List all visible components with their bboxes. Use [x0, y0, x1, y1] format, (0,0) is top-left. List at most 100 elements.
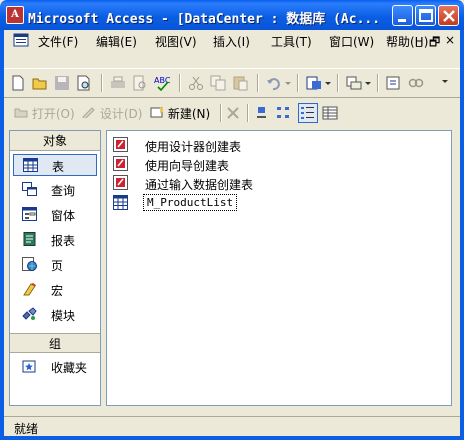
- maximize-button[interactable]: [415, 5, 436, 26]
- menu-file[interactable]: 文件(F): [38, 33, 78, 50]
- design-object-button[interactable]: 设计(D): [82, 105, 142, 122]
- menu-edit[interactable]: 编辑(E): [96, 33, 137, 50]
- object-type-label: 报表: [51, 234, 76, 248]
- new-object-icon: [150, 106, 163, 118]
- wizard-icon: [113, 137, 128, 152]
- toolbar-separator: [220, 104, 222, 122]
- paste-icon[interactable]: [232, 75, 248, 91]
- list-view-icon[interactable]: [298, 103, 318, 123]
- list-item-label: 使用设计器创建表: [145, 140, 242, 154]
- macro-icon: [23, 283, 36, 296]
- object-type-modules[interactable]: 模块: [13, 304, 97, 326]
- group-label: 收藏夹: [51, 361, 88, 375]
- details-view-icon[interactable]: [322, 105, 338, 121]
- object-type-pages[interactable]: 页: [13, 254, 97, 276]
- table-icon: [23, 158, 38, 172]
- menu-bar: 文件(F) 编辑(E) 视图(V) 插入(I) 工具(T) 窗口(W) 帮助(H…: [0, 30, 464, 52]
- open-icon[interactable]: [32, 75, 48, 91]
- open-object-icon: [14, 108, 28, 118]
- delete-icon[interactable]: [225, 105, 241, 121]
- object-type-label: 查询: [51, 184, 76, 198]
- copy-icon[interactable]: [210, 75, 226, 91]
- page-icon: [22, 257, 37, 271]
- access-icon[interactable]: A: [6, 6, 24, 24]
- object-type-tables[interactable]: 表: [13, 154, 97, 176]
- close-icon: [443, 10, 455, 22]
- new-icon[interactable]: [10, 75, 26, 91]
- maximize-icon: [419, 9, 433, 22]
- new-object-label: 新建(N): [167, 107, 211, 121]
- toolbar-separator: [247, 104, 249, 122]
- print-preview-icon[interactable]: [132, 75, 148, 91]
- mdi-restore-icon[interactable]: 🗗: [429, 33, 440, 54]
- report-icon: [23, 232, 36, 246]
- mdi-close-icon[interactable]: ×: [445, 33, 455, 47]
- objects-bar: 对象 表 查询 窗体 报表 页 宏 模块 组 收藏夹: [9, 130, 101, 406]
- object-type-label: 模块: [51, 309, 76, 323]
- toolbar-separator: [257, 74, 259, 92]
- standard-toolbar: ABC: [4, 68, 460, 98]
- object-type-label: 窗体: [51, 209, 76, 223]
- wizard-icon: [113, 156, 128, 171]
- analyze-dropdown-icon[interactable]: [364, 75, 372, 91]
- groups-header[interactable]: 组: [10, 333, 100, 353]
- minimize-icon: [398, 19, 406, 22]
- mdi-minimize-icon[interactable]: _: [416, 33, 422, 47]
- query-icon: [22, 182, 37, 196]
- toolbar-separator: [337, 74, 339, 92]
- code-icon[interactable]: [386, 75, 402, 91]
- print-icon[interactable]: [110, 75, 126, 91]
- menu-tools[interactable]: 工具(T): [271, 33, 312, 50]
- office-links-dropdown-icon[interactable]: [324, 75, 332, 91]
- menu-help[interactable]: 帮助(H): [386, 33, 428, 50]
- close-button[interactable]: [438, 5, 459, 26]
- open-object-label: 打开(O): [31, 107, 75, 121]
- menu-view[interactable]: 视图(V): [155, 33, 197, 50]
- wizard-icon: [113, 175, 128, 190]
- small-icons-view-icon[interactable]: [276, 105, 292, 121]
- window-title: Microsoft Access - [DataCenter : 数据库 (Ac…: [28, 12, 381, 27]
- cut-icon[interactable]: [188, 75, 204, 91]
- window-frame-bottom: [0, 436, 464, 440]
- open-object-button[interactable]: 打开(O): [14, 105, 75, 122]
- objects-header[interactable]: 对象: [10, 131, 100, 151]
- object-list: 使用设计器创建表 使用向导创建表 通过输入数据创建表 M_ProductList: [106, 130, 452, 406]
- list-item-label: 通过输入数据创建表: [145, 178, 254, 192]
- module-icon: [22, 307, 37, 320]
- large-icons-view-icon[interactable]: [254, 105, 270, 121]
- object-type-macros[interactable]: 宏: [13, 279, 97, 301]
- analyze-icon[interactable]: [346, 75, 362, 91]
- window-frame-right: [460, 30, 464, 440]
- menu-window[interactable]: 窗口(W): [329, 33, 374, 50]
- file-search-icon[interactable]: [76, 75, 92, 91]
- object-type-label: 宏: [51, 284, 64, 298]
- toolbar-separator: [179, 74, 181, 92]
- table-icon: [113, 195, 128, 210]
- object-type-reports[interactable]: 报表: [13, 229, 97, 251]
- status-text: 就绪: [14, 422, 39, 436]
- toolbar-separator: [297, 74, 299, 92]
- relationships-icon[interactable]: [408, 75, 424, 91]
- toolbar-separator: [377, 74, 379, 92]
- list-item-label: 使用向导创建表: [145, 159, 230, 173]
- minimize-button[interactable]: [392, 5, 413, 26]
- list-item-label: M_ProductList: [143, 194, 238, 211]
- save-icon[interactable]: [54, 75, 70, 91]
- database-window-icon[interactable]: [13, 33, 29, 48]
- group-favorites[interactable]: 收藏夹: [13, 356, 97, 378]
- menu-insert[interactable]: 插入(I): [213, 33, 250, 50]
- status-bar: 就绪: [4, 416, 460, 436]
- new-object-button[interactable]: 新建(N): [150, 105, 210, 122]
- object-type-label: 页: [51, 259, 64, 273]
- toolbar-options-icon[interactable]: [440, 75, 450, 91]
- object-type-label: 表: [52, 160, 65, 174]
- design-icon: [82, 107, 95, 120]
- object-type-forms[interactable]: 窗体: [13, 204, 97, 226]
- object-type-queries[interactable]: 查询: [13, 179, 97, 201]
- office-links-icon[interactable]: [306, 75, 322, 91]
- title-bar[interactable]: A Microsoft Access - [DataCenter : 数据库 (…: [0, 0, 464, 30]
- spelling-icon[interactable]: ABC: [154, 75, 170, 91]
- undo-icon[interactable]: [266, 75, 282, 91]
- design-object-label: 设计(D): [99, 107, 143, 121]
- undo-dropdown-icon[interactable]: [284, 75, 292, 91]
